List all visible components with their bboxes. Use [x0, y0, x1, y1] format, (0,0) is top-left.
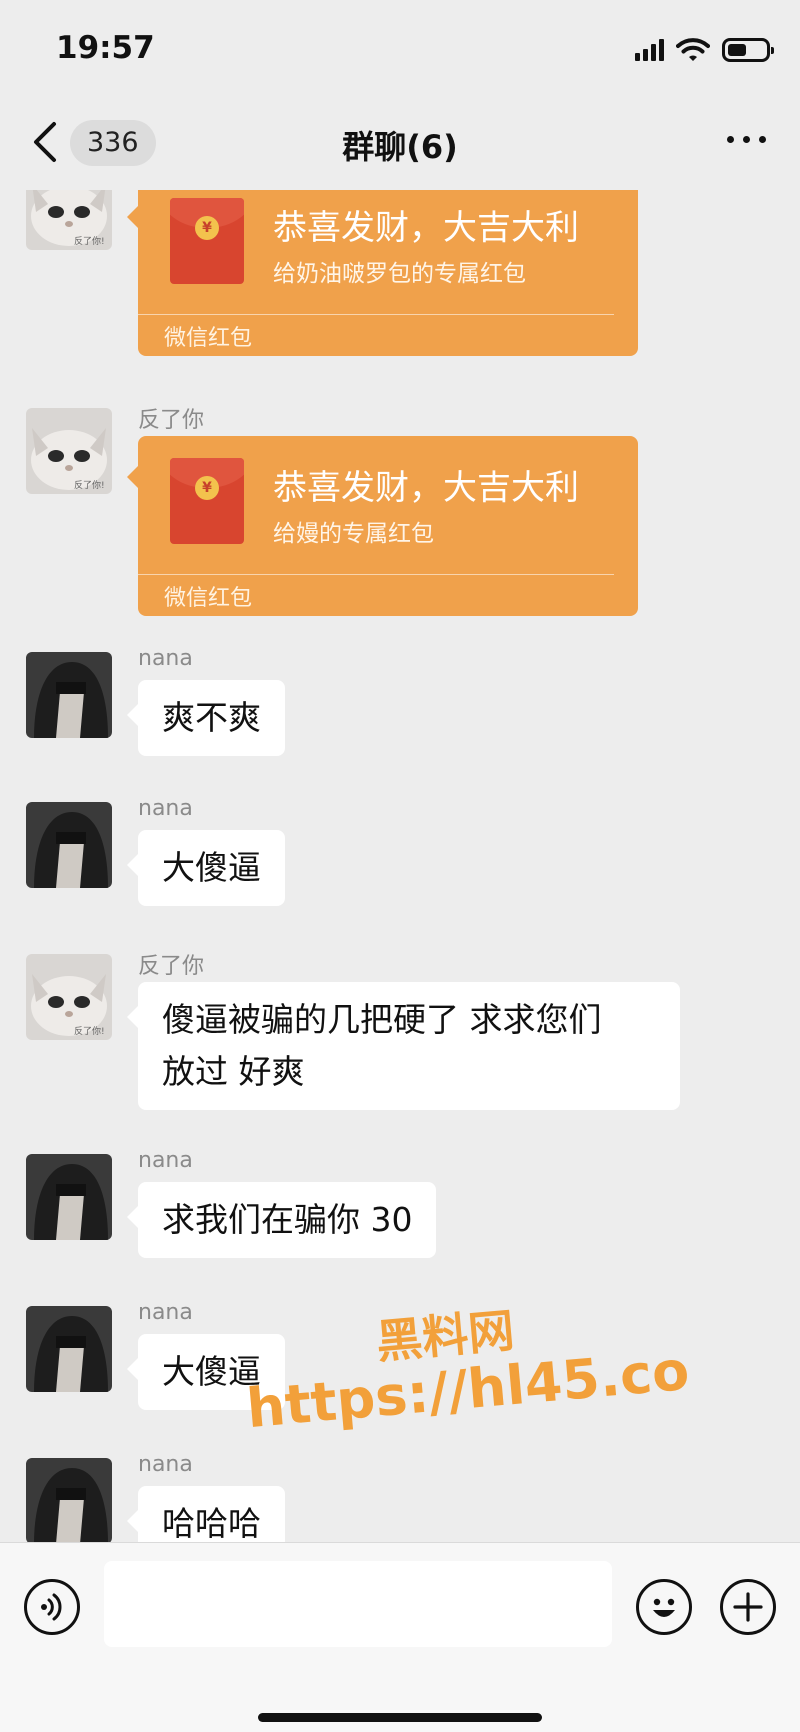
sender-name: nana	[138, 1300, 193, 1325]
battery-icon	[722, 38, 774, 62]
status-icons	[635, 36, 774, 64]
hooded-avatar[interactable]	[26, 1154, 112, 1240]
red-packet-message[interactable]: ¥ 恭喜发财，大吉大利 给嫚的专属红包 微信红包	[127, 436, 638, 616]
emoji-icon[interactable]	[636, 1579, 692, 1635]
input-bar	[0, 1542, 800, 1732]
battery-level	[728, 44, 746, 56]
home-indicator[interactable]	[258, 1713, 542, 1722]
sender-name: nana	[138, 796, 193, 821]
message-bubble[interactable]: 求我们在骗你 30	[126, 1182, 437, 1258]
svg-text:反了你!: 反了你!	[74, 479, 105, 491]
signal-icon	[635, 39, 664, 61]
hooded-avatar[interactable]	[26, 1458, 112, 1542]
red-packet-title: 恭喜发财，大吉大利	[273, 208, 579, 248]
svg-text:反了你!: 反了你!	[74, 1025, 105, 1037]
more-dots-icon[interactable]	[727, 136, 766, 143]
coin-icon: ¥	[195, 476, 219, 500]
red-packet-envelope-icon: ¥	[170, 198, 244, 284]
sender-name: nana	[138, 1452, 193, 1477]
red-packet-message[interactable]: ¥ 恭喜发财，大吉大利 给奶油啵罗包的专属红包 微信红包	[127, 190, 638, 356]
message-bubble[interactable]: 爽不爽	[127, 680, 285, 756]
sender-name: nana	[138, 1148, 193, 1173]
sender-name: nana	[138, 646, 193, 671]
divider	[138, 314, 614, 315]
plus-icon[interactable]	[720, 1579, 776, 1635]
coin-icon: ¥	[195, 216, 219, 240]
hooded-avatar[interactable]	[26, 652, 112, 738]
red-packet-envelope-icon: ¥	[170, 458, 244, 544]
sender-name: 反了你	[138, 954, 205, 979]
chat-header: 336 群聊(6)	[0, 100, 800, 190]
hooded-avatar[interactable]	[26, 1306, 112, 1392]
message-line: 放过 好爽	[162, 1052, 305, 1091]
status-time: 19:57	[56, 30, 155, 66]
hooded-avatar[interactable]	[26, 802, 112, 888]
message-input[interactable]	[104, 1561, 612, 1647]
cat-avatar[interactable]: 反了你!	[26, 190, 112, 250]
voice-icon[interactable]	[24, 1579, 80, 1635]
red-packet-label: 微信红包	[164, 326, 253, 351]
svg-text:反了你!: 反了你!	[74, 235, 105, 247]
divider	[138, 574, 614, 575]
sender-name: 反了你	[138, 408, 205, 433]
page-title: 群聊(6)	[342, 128, 458, 166]
message-bubble[interactable]: 大傻逼	[127, 830, 285, 906]
red-packet-label: 微信红包	[164, 586, 253, 611]
cat-avatar[interactable]: 反了你!	[26, 408, 112, 494]
message-bubble[interactable]: 傻逼被骗的几把硬了 求求您们 放过 好爽	[127, 982, 680, 1110]
message-line: 傻逼被骗的几把硬了 求求您们	[162, 1000, 602, 1039]
red-packet-subtitle: 给奶油啵罗包的专属红包	[273, 261, 526, 287]
red-packet-title: 恭喜发财，大吉大利	[273, 468, 579, 508]
message-bubble[interactable]: 哈哈哈	[127, 1486, 285, 1542]
status-bar: 19:57	[0, 0, 800, 100]
wifi-icon	[676, 38, 710, 61]
cat-avatar[interactable]: 反了你!	[26, 954, 112, 1040]
red-packet-subtitle: 给嫚的专属红包	[273, 521, 434, 547]
